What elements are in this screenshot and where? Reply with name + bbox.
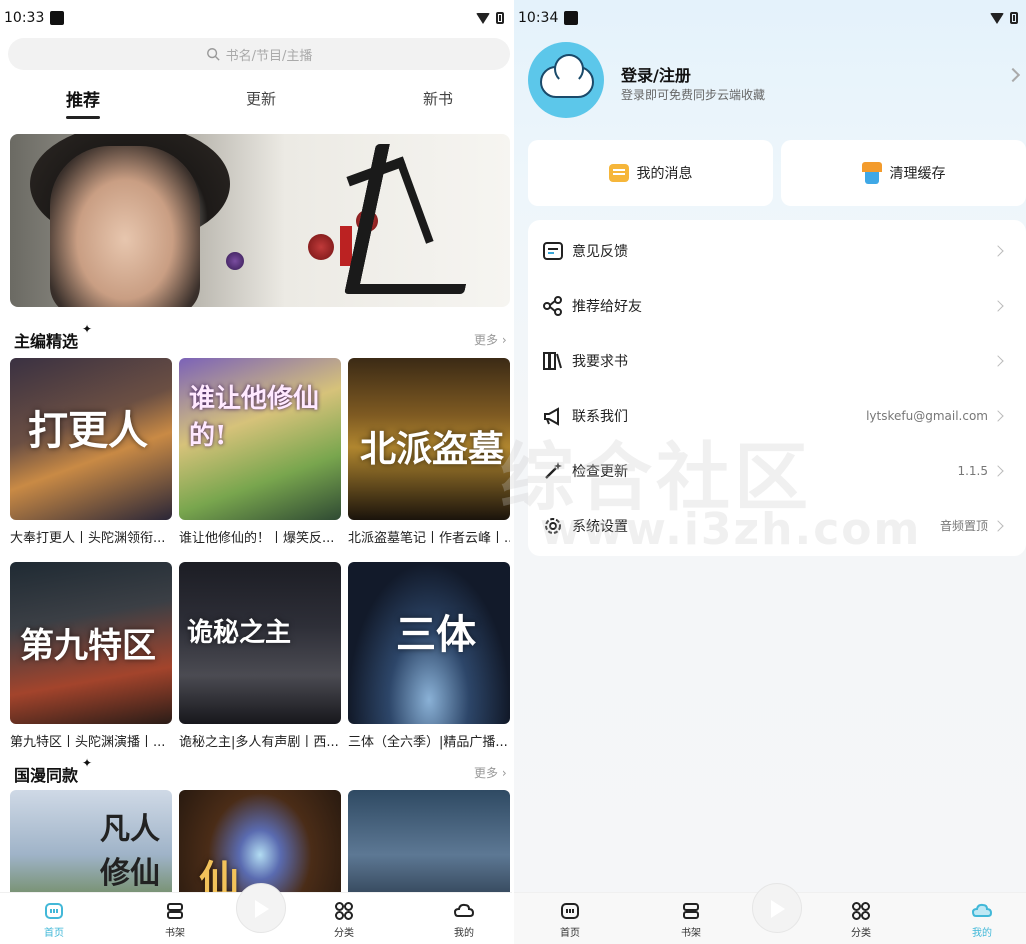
login-title[interactable]: 登录/注册 xyxy=(621,62,691,86)
search-placeholder: 书名/节目/主播 xyxy=(225,48,313,64)
tab-indicator xyxy=(66,116,100,119)
nav-bookshelf[interactable]: 书架 xyxy=(661,901,721,939)
tab-new-books[interactable]: 新书 xyxy=(423,88,453,109)
clear-cache-button[interactable]: 清理缓存 xyxy=(781,140,1026,206)
home-icon xyxy=(561,903,579,919)
search-icon xyxy=(206,48,220,61)
featured-banner[interactable] xyxy=(10,134,510,307)
chevron-right-icon xyxy=(992,409,1004,422)
feedback-icon xyxy=(543,241,563,260)
wifi-icon xyxy=(476,12,490,24)
chevron-right-icon xyxy=(992,464,1004,477)
menu-item-request-book[interactable]: 我要求书 xyxy=(528,333,1026,388)
nav-mine[interactable]: 我的 xyxy=(434,901,494,939)
bookshelf-icon xyxy=(683,903,699,919)
screenshot-root: 10:33 书名/节目/主播 推荐 更新 新书 主编精选 ✦ 更多 › 打更人 … xyxy=(0,0,1026,944)
cloud-icon xyxy=(972,903,992,917)
share-icon xyxy=(543,295,562,316)
banner-character xyxy=(50,146,200,307)
notification-icon xyxy=(564,11,579,25)
chevron-right-icon xyxy=(992,519,1004,532)
chevron-right-icon[interactable] xyxy=(1005,67,1021,83)
book-title[interactable]: 诡秘之主|多人有声剧丨西... xyxy=(179,731,341,750)
grid-icon xyxy=(335,902,353,920)
chevron-right-icon xyxy=(992,299,1004,312)
banner-flower xyxy=(308,234,334,260)
play-button[interactable] xyxy=(752,883,802,933)
avatar[interactable] xyxy=(528,42,604,118)
tab-recommend[interactable]: 推荐 xyxy=(66,86,100,111)
home-icon xyxy=(45,903,63,919)
status-bar: 10:34 xyxy=(514,0,1026,36)
home-screen: 10:33 书名/节目/主播 推荐 更新 新书 主编精选 ✦ 更多 › 打更人 … xyxy=(0,0,512,944)
chevron-right-icon xyxy=(992,354,1004,367)
battery-icon xyxy=(496,12,504,24)
cloud-icon xyxy=(454,903,474,917)
book-title[interactable]: 三体（全六季）|精品广播... xyxy=(348,731,510,750)
bottom-nav: 首页 书架 分类 我的 xyxy=(0,883,512,944)
status-time: 10:34 xyxy=(518,10,559,26)
section-title-anime-same: 国漫同款 ✦ xyxy=(12,756,93,785)
my-messages-button[interactable]: 我的消息 xyxy=(528,140,773,206)
message-icon xyxy=(608,164,629,182)
book-title[interactable]: 第九特区丨头陀渊演播丨... xyxy=(10,731,172,750)
book-cover[interactable]: 北派盗墓 xyxy=(348,358,510,520)
book-title[interactable]: 谁让他修仙的！丨爆笑反... xyxy=(179,527,341,546)
menu-item-feedback[interactable]: 意见反馈 xyxy=(528,223,1026,278)
chevron-right-icon xyxy=(992,244,1004,257)
play-button[interactable] xyxy=(236,883,286,933)
category-tabs: 推荐 更新 新书 xyxy=(0,80,512,120)
nav-categories[interactable]: 分类 xyxy=(314,901,374,939)
notification-icon xyxy=(50,11,65,25)
nav-mine[interactable]: 我的 xyxy=(952,901,1012,939)
books-icon xyxy=(543,351,562,370)
grid-icon xyxy=(852,902,870,920)
nav-bookshelf[interactable]: 书架 xyxy=(145,901,205,939)
book-cover[interactable]: 打更人 xyxy=(10,358,172,520)
tab-updates[interactable]: 更新 xyxy=(246,88,276,109)
nav-home[interactable]: 首页 xyxy=(540,901,600,939)
book-cover[interactable]: 谁让他修仙的! xyxy=(179,358,341,520)
book-cover[interactable]: 三体 xyxy=(348,562,510,724)
sparkle-icon: ✦ xyxy=(81,322,93,336)
nav-home[interactable]: 首页 xyxy=(24,901,84,939)
book-cover[interactable]: 诡秘之主 xyxy=(179,562,341,724)
brush-icon xyxy=(861,162,882,184)
bottom-nav: 首页 书架 分类 我的 xyxy=(514,883,1026,944)
book-cover[interactable]: 第九特区 xyxy=(10,562,172,724)
book-title[interactable]: 大奉打更人丨头陀渊领衔... xyxy=(10,527,172,546)
status-bar: 10:33 xyxy=(0,0,512,36)
wifi-icon xyxy=(990,12,1004,24)
bookshelf-icon xyxy=(167,903,183,919)
more-link[interactable]: 更多 › xyxy=(474,331,507,348)
section-title-editors-picks: 主编精选 ✦ xyxy=(12,322,93,351)
nav-categories[interactable]: 分类 xyxy=(831,901,891,939)
status-time: 10:33 xyxy=(4,10,45,26)
more-link[interactable]: 更多 › xyxy=(474,764,507,781)
banner-calligraphy xyxy=(344,144,496,294)
menu-item-share[interactable]: 推荐给好友 xyxy=(528,278,1026,333)
watermark-url: www.i3zh.com xyxy=(540,504,922,555)
login-subtitle: 登录即可免费同步云端收藏 xyxy=(621,88,766,102)
banner-flower xyxy=(226,252,244,270)
cloud-mascot-icon xyxy=(540,54,594,98)
book-title[interactable]: 北派盗墓笔记丨作者云峰丨... xyxy=(348,527,510,546)
battery-icon xyxy=(1010,12,1018,24)
sparkle-icon: ✦ xyxy=(81,756,93,770)
search-input[interactable]: 书名/节目/主播 xyxy=(8,38,510,70)
